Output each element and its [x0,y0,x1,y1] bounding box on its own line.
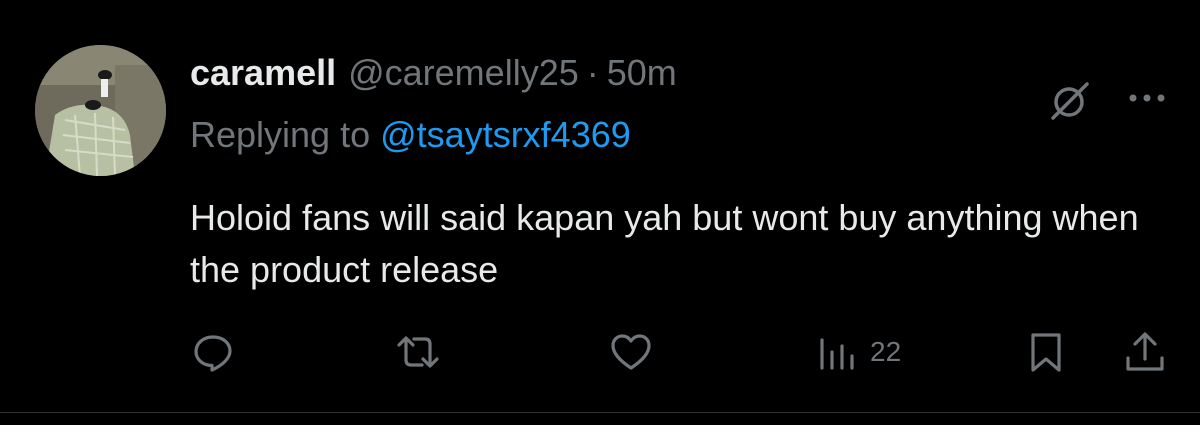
replying-to: Replying to @tsaytsrxf4369 [190,112,631,158]
like-icon [611,334,651,370]
bookmark-icon [1031,333,1061,372]
share-icon [1126,332,1164,371]
like-button[interactable] [609,330,653,374]
replying-to-label: Replying to [190,114,371,155]
tweet-text: Holoid fans will said kapan yah but wont… [190,197,1139,290]
avatar[interactable] [35,45,166,176]
retweet-icon [397,336,439,368]
views-count: 22 [870,336,902,367]
tweet-card[interactable]: caramell @caremelly25 · 50m Replying to … [0,0,1200,412]
share-button[interactable] [1123,330,1167,374]
reply-icon [194,335,232,372]
views-button[interactable]: 22 [818,330,901,374]
reply-button[interactable] [191,330,235,374]
replying-to-handle[interactable]: @tsaytsrxf4369 [380,114,631,155]
retweet-button[interactable] [396,330,440,374]
grok-icon[interactable] [1049,78,1093,122]
user-handle[interactable]: @caremelly25 [348,50,579,96]
timestamp[interactable]: 50m [607,50,677,96]
more-icon[interactable] [1125,90,1169,106]
avatar-photo [35,45,166,176]
bookmark-button[interactable] [1028,330,1064,374]
display-name[interactable]: caramell [190,50,336,96]
separator-dot: · [586,52,599,93]
tweet-header: caramell @caremelly25 · 50m [190,50,677,96]
views-icon [820,338,854,370]
bottom-divider [0,412,1200,413]
